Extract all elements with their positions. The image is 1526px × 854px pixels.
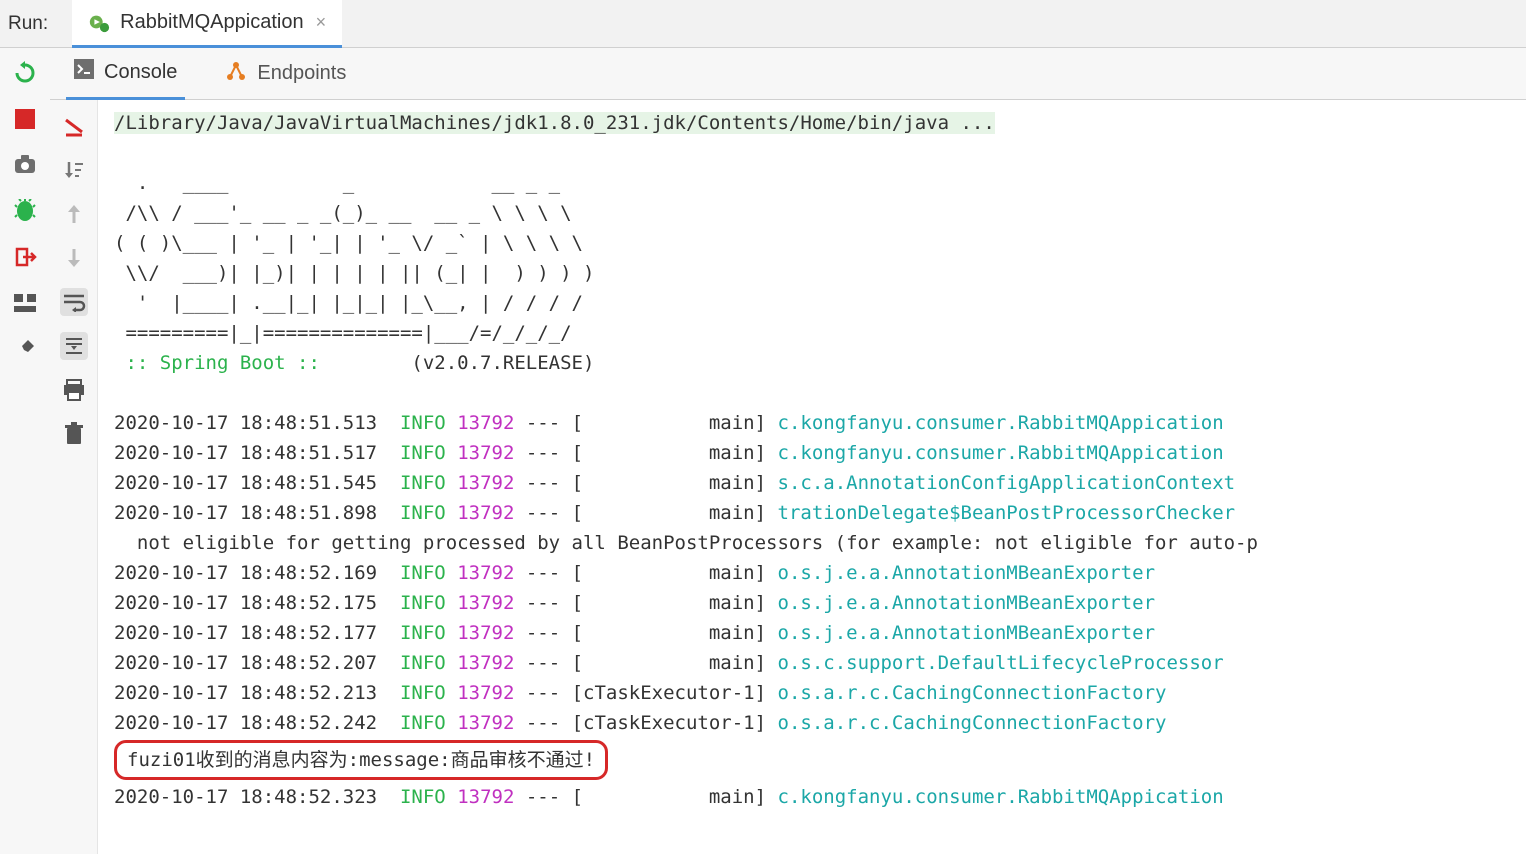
run-config-tab[interactable]: RabbitMQAppication × <box>72 0 342 48</box>
clear-underline-icon[interactable] <box>60 112 88 140</box>
endpoints-icon <box>225 60 247 88</box>
layout-icon[interactable] <box>12 290 38 316</box>
run-config-name: RabbitMQAppication <box>120 11 303 34</box>
console-output[interactable]: /Library/Java/JavaVirtualMachines/jdk1.8… <box>98 100 1526 854</box>
dump-icon[interactable] <box>12 152 38 178</box>
soft-wrap-icon[interactable] <box>60 288 88 316</box>
console-toolbar <box>50 100 98 854</box>
run-config-icon <box>88 11 110 33</box>
rerun-icon[interactable] <box>12 60 38 86</box>
run-toolbar: Run: RabbitMQAppication × <box>0 0 1526 48</box>
main-area: Console Endpoints /Library/Java/JavaVirt… <box>0 48 1526 854</box>
console-icon <box>74 59 94 85</box>
subtab-row: Console Endpoints <box>50 48 1526 100</box>
trash-icon[interactable] <box>60 420 88 448</box>
left-toolbar <box>0 48 50 854</box>
run-label: Run: <box>8 13 48 35</box>
exit-icon[interactable] <box>12 244 38 270</box>
debug-restart-icon[interactable] <box>12 198 38 224</box>
console-wrap: /Library/Java/JavaVirtualMachines/jdk1.8… <box>50 100 1526 854</box>
content-area: Console Endpoints /Library/Java/JavaVirt… <box>50 48 1526 854</box>
tab-endpoints-label: Endpoints <box>257 62 346 85</box>
up-arrow-icon[interactable] <box>60 200 88 228</box>
sort-down-icon[interactable] <box>60 156 88 184</box>
close-icon[interactable]: × <box>316 12 327 33</box>
tab-console[interactable]: Console <box>66 48 185 100</box>
tab-console-label: Console <box>104 61 177 84</box>
down-arrow-icon[interactable] <box>60 244 88 272</box>
stop-icon[interactable] <box>12 106 38 132</box>
tab-endpoints[interactable]: Endpoints <box>217 48 354 100</box>
scroll-end-icon[interactable] <box>60 332 88 360</box>
pin-icon[interactable] <box>12 336 38 362</box>
print-icon[interactable] <box>60 376 88 404</box>
